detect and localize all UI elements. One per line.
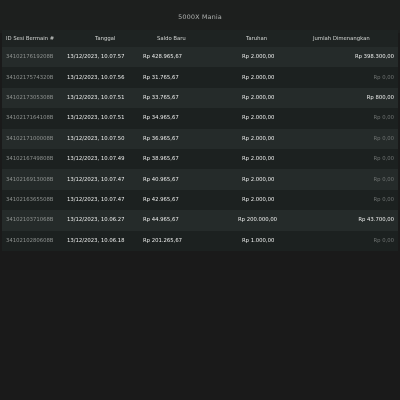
winnings-cell: Rp 0,00 <box>373 176 394 183</box>
balance-cell: Rp 201.265,67 <box>143 237 183 244</box>
session-id-cell: 3410216913008B <box>6 176 54 183</box>
bet-cell: Rp 2.000,00 <box>242 196 275 203</box>
winnings-cell: Rp 0,00 <box>373 74 394 81</box>
table-row[interactable]: 3410217574320B 13/12/2023, 10.07.56 Rp 31.… <box>2 67 398 88</box>
date-cell: 13/12/2023, 10.07.49 <box>67 156 125 163</box>
date-cell: 13/12/2023, 10.07.51 <box>67 115 125 122</box>
bet-cell: Rp 2.000,00 <box>242 156 275 163</box>
winnings-cell: Rp 800,00 <box>366 94 394 101</box>
session-id-cell: 3410216749808B <box>6 156 54 163</box>
balance-cell: Rp 44.965,67 <box>143 217 179 224</box>
balance-cell: Rp 33.765,67 <box>143 94 179 101</box>
winnings-cell: Rp 43.700,00 <box>358 217 394 224</box>
date-cell: 13/12/2023, 10.07.47 <box>67 176 125 183</box>
column-header-bet[interactable]: Taruhan <box>231 36 300 42</box>
balance-cell: Rp 428.965,67 <box>143 54 183 61</box>
table-row[interactable]: 3410216749808B 13/12/2023, 10.07.49 Rp 38.… <box>2 148 398 170</box>
winnings-cell: Rp 0,00 <box>373 135 394 142</box>
bet-cell: Rp 2.000,00 <box>242 94 275 101</box>
winnings-cell: Rp 398.300,00 <box>354 54 394 61</box>
table-row[interactable]: 3410210371068B 13/12/2023, 10.06.27 Rp 44.… <box>2 210 398 231</box>
session-id-cell: 3410210280608B <box>6 237 54 244</box>
bet-cell: Rp 2.000,00 <box>242 176 275 183</box>
table-row[interactable]: 3410217164108B 13/12/2023, 10.07.51 Rp 34.… <box>2 108 398 129</box>
winnings-cell: Rp 0,00 <box>373 115 394 122</box>
table-body: 3410217619208B 13/12/2023, 10.07.57 Rp 428… <box>2 47 398 251</box>
history-table: ID Sesi Bermain # Tanggal Saldo Baru Tar… <box>2 30 398 251</box>
session-id-cell: 3410217619208B <box>6 54 54 61</box>
balance-cell: Rp 31.765,67 <box>143 74 179 81</box>
session-id-cell: 3410217164108B <box>6 115 54 122</box>
balance-cell: Rp 36.965,67 <box>143 135 179 142</box>
table-row[interactable]: 3410216365508B 13/12/2023, 10.07.47 Rp 42.… <box>2 189 398 211</box>
balance-cell: Rp 42.965,67 <box>143 196 179 203</box>
balance-cell: Rp 40.965,67 <box>143 176 179 183</box>
date-cell: 13/12/2023, 10.07.56 <box>67 74 125 81</box>
table-row[interactable]: 3410217100008B 13/12/2023, 10.07.50 Rp 36.… <box>2 128 398 149</box>
date-cell: 13/12/2023, 10.06.18 <box>67 237 125 244</box>
bet-cell: Rp 2.000,00 <box>242 74 275 81</box>
table-row[interactable]: 3410216913008B 13/12/2023, 10.07.47 Rp 40.… <box>2 169 398 190</box>
session-id-cell: 3410217305308B <box>6 94 54 101</box>
game-history-page: 5000X Mania ID Sesi Bermain # Tanggal Sa… <box>0 0 400 400</box>
bet-cell: Rp 2.000,00 <box>242 135 275 142</box>
date-cell: 13/12/2023, 10.07.51 <box>67 94 125 101</box>
winnings-cell: Rp 0,00 <box>373 237 394 244</box>
date-cell: 13/12/2023, 10.07.50 <box>67 135 125 142</box>
session-id-cell: 3410217574320B <box>6 74 54 81</box>
session-id-cell: 3410216365508B <box>6 196 54 203</box>
column-header-winnings[interactable]: Jumlah Dimenangkan <box>300 36 398 42</box>
winnings-cell: Rp 0,00 <box>373 196 394 203</box>
session-id-cell: 3410210371068B <box>6 217 54 224</box>
table-header: ID Sesi Bermain # Tanggal Saldo Baru Tar… <box>2 30 398 47</box>
bet-cell: Rp 2.000,00 <box>242 54 275 61</box>
page-title: 5000X Mania <box>178 12 222 21</box>
winnings-cell: Rp 0,00 <box>373 156 394 163</box>
session-id-cell: 3410217100008B <box>6 135 54 142</box>
table-row[interactable]: 3410217305308B 13/12/2023, 10.07.51 Rp 33.… <box>2 87 398 109</box>
balance-cell: Rp 38.965,67 <box>143 156 179 163</box>
title-bar: 5000X Mania <box>0 0 400 33</box>
date-cell: 13/12/2023, 10.07.57 <box>67 54 125 61</box>
table-row[interactable]: 3410210280608B 13/12/2023, 10.06.18 Rp 201… <box>2 230 398 251</box>
bet-cell: Rp 2.000,00 <box>242 115 275 122</box>
balance-cell: Rp 34.965,67 <box>143 115 179 122</box>
date-cell: 13/12/2023, 10.06.27 <box>67 217 125 224</box>
column-header-session-id[interactable]: ID Sesi Bermain # <box>2 36 67 42</box>
bet-cell: Rp 200.000,00 <box>238 217 278 224</box>
column-header-balance[interactable]: Saldo Baru <box>143 36 231 42</box>
bet-cell: Rp 1.000,00 <box>242 237 275 244</box>
date-cell: 13/12/2023, 10.07.47 <box>67 196 125 203</box>
column-header-date[interactable]: Tanggal <box>67 36 143 42</box>
table-row[interactable]: 3410217619208B 13/12/2023, 10.07.57 Rp 428… <box>2 47 398 68</box>
